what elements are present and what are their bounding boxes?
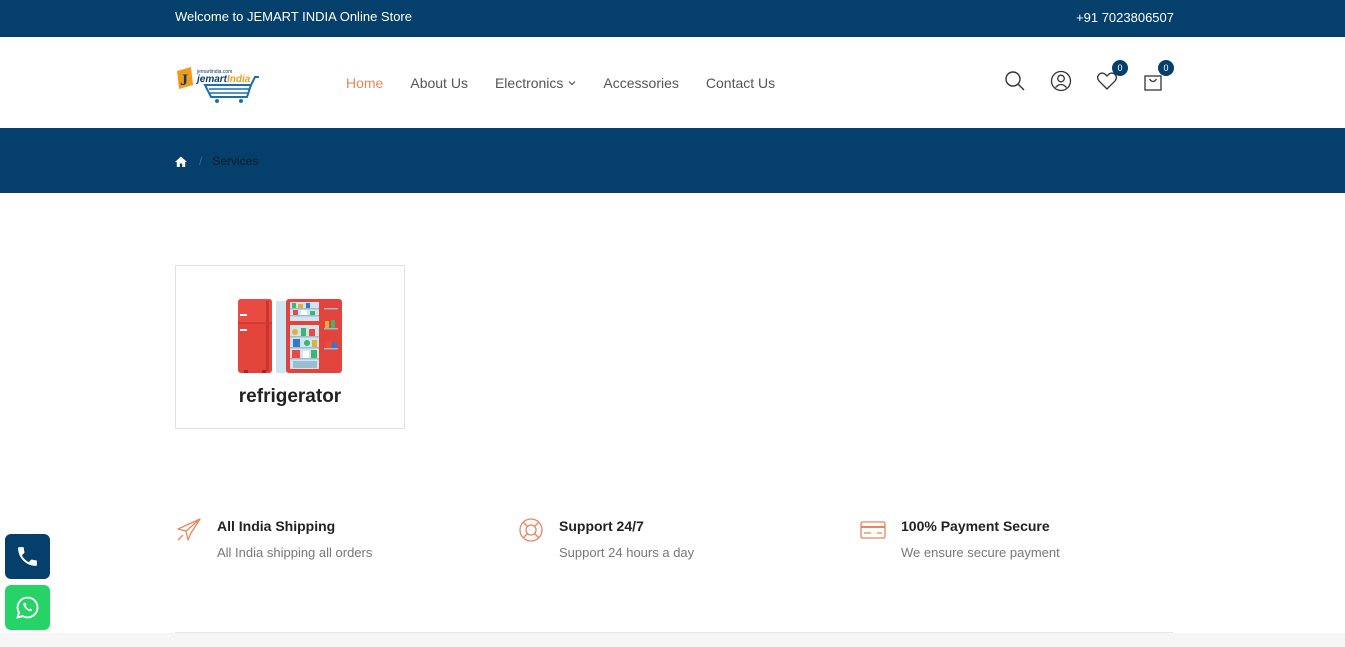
svg-text:jemartIndia: jemartIndia — [195, 74, 251, 85]
main-header: J jemartindia.com jemartIndia Home About… — [0, 37, 1345, 128]
welcome-text: Welcome to JEMART INDIA Online Store — [175, 9, 412, 24]
svg-text:J: J — [180, 72, 188, 89]
service-card-label: refrigerator — [238, 386, 342, 407]
wishlist-count-badge: 0 — [1112, 60, 1128, 76]
feature-desc: All India shipping all orders — [217, 545, 373, 560]
service-card-refrigerator[interactable]: refrigerator — [175, 265, 405, 429]
phone-icon — [18, 547, 37, 566]
home-icon[interactable] — [175, 156, 187, 167]
user-icon[interactable] — [1050, 70, 1072, 92]
cart-button[interactable]: 0 — [1142, 60, 1174, 92]
nav-home[interactable]: Home — [346, 75, 383, 91]
lifebuoy-icon — [519, 518, 543, 542]
site-logo[interactable]: J jemartindia.com jemartIndia — [175, 63, 259, 103]
refrigerator-image — [238, 299, 342, 373]
whatsapp-button[interactable] — [5, 585, 50, 630]
call-button[interactable] — [5, 534, 50, 579]
nav-contact-us[interactable]: Contact Us — [706, 75, 775, 91]
footer-area — [0, 633, 1345, 647]
breadcrumb: / Services — [175, 154, 258, 168]
feature-title: All India Shipping — [217, 518, 336, 534]
nav-electronics[interactable]: Electronics — [495, 75, 576, 91]
whatsapp-icon — [16, 596, 39, 619]
search-icon[interactable] — [1004, 70, 1026, 92]
feature-title: Support 24/7 — [559, 518, 644, 534]
nav-accessories[interactable]: Accessories — [603, 75, 678, 91]
feature-desc: We ensure secure payment — [901, 545, 1060, 560]
nav-about-us[interactable]: About Us — [410, 75, 468, 91]
credit-card-icon — [860, 521, 886, 539]
feature-payment: 100% Payment Secure We ensure secure pay… — [859, 516, 1159, 566]
breadcrumb-current: Services — [212, 154, 259, 168]
feature-shipping: All India Shipping All India shipping al… — [175, 516, 475, 566]
top-bar: Welcome to JEMART INDIA Online Store +91… — [0, 0, 1345, 37]
chevron-down-icon — [568, 81, 576, 86]
main-nav: Home About Us Electronics Accessories Co… — [346, 75, 802, 91]
breadcrumb-banner: / Services — [0, 128, 1345, 193]
wishlist-button[interactable]: 0 — [1096, 60, 1128, 92]
nav-electronics-label: Electronics — [494, 75, 564, 91]
breadcrumb-separator: / — [199, 154, 203, 168]
feature-title: 100% Payment Secure — [901, 518, 1050, 534]
feature-support: Support 24/7 Support 24 hours a day — [517, 516, 817, 566]
phone-number[interactable]: +91 7023806507 — [1076, 10, 1174, 25]
feature-desc: Support 24 hours a day — [559, 545, 695, 560]
airplane-icon — [177, 518, 201, 541]
cart-count-badge: 0 — [1158, 60, 1174, 76]
